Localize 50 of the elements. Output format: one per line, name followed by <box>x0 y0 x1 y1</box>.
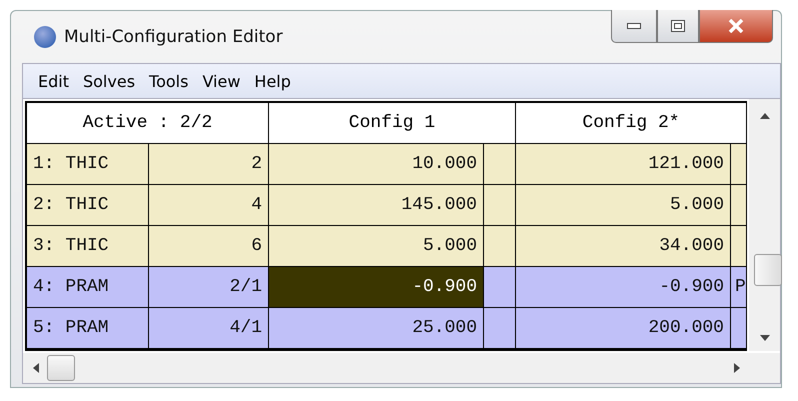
table-cell[interactable]: 5.000 <box>516 185 731 226</box>
scroll-thumb[interactable] <box>47 355 75 381</box>
scroll-thumb[interactable] <box>754 254 782 286</box>
app-logo-icon <box>34 26 56 48</box>
table-cell[interactable]: -0.900 <box>516 267 731 308</box>
menu-item[interactable]: Edit <box>33 72 78 90</box>
table-cell: 4/1 <box>149 308 269 349</box>
column-header[interactable]: Config 2* <box>516 103 747 144</box>
maximize-button[interactable] <box>657 10 699 43</box>
minimize-icon <box>627 23 641 29</box>
scroll-down-icon[interactable] <box>760 335 770 341</box>
close-icon <box>728 19 744 33</box>
column-header[interactable]: Config 1 <box>269 103 516 144</box>
table-cell: 2 <box>149 144 269 185</box>
table-cell[interactable]: 34.000 <box>516 226 731 267</box>
window-title: Multi-Configuration Editor <box>64 27 283 47</box>
menu-item[interactable]: Help <box>249 72 300 90</box>
table-cell: 3: THIC <box>27 226 149 267</box>
scroll-up-icon[interactable] <box>760 113 770 119</box>
table-cell: 1: THIC <box>27 144 149 185</box>
table-cell[interactable]: 10.000 <box>269 144 484 185</box>
table-cell[interactable]: 25.000 <box>269 308 484 349</box>
table-cell <box>484 267 516 308</box>
table-cell[interactable]: 145.000 <box>269 185 484 226</box>
table-cell: P <box>731 267 747 308</box>
scroll-left-icon[interactable] <box>33 363 39 373</box>
minimize-button[interactable] <box>611 10 657 43</box>
table-cell[interactable]: 5.000 <box>269 226 484 267</box>
table-cell: 2: THIC <box>27 185 149 226</box>
table-cell <box>484 144 516 185</box>
scroll-right-icon[interactable] <box>734 363 740 373</box>
maximize-icon <box>671 20 685 32</box>
menu-item[interactable]: Solves <box>78 72 144 90</box>
table-cell[interactable]: 200.000 <box>516 308 731 349</box>
column-header: Active : 2/2 <box>27 103 269 144</box>
table-cell: 5: PRAM <box>27 308 149 349</box>
table-cell[interactable]: -0.900 <box>269 267 484 308</box>
table-cell: 2/1 <box>149 267 269 308</box>
menu-item[interactable]: Tools <box>144 72 198 90</box>
table-cell <box>731 185 747 226</box>
table-cell: 4: PRAM <box>27 267 149 308</box>
table-cell <box>484 185 516 226</box>
table-cell: 4 <box>149 185 269 226</box>
menu-item[interactable]: View <box>197 72 250 90</box>
close-button[interactable] <box>699 10 773 43</box>
table-cell <box>484 226 516 267</box>
table-cell: 6 <box>149 226 269 267</box>
table-cell[interactable]: 121.000 <box>516 144 731 185</box>
table-cell <box>731 144 747 185</box>
table-cell <box>731 226 747 267</box>
